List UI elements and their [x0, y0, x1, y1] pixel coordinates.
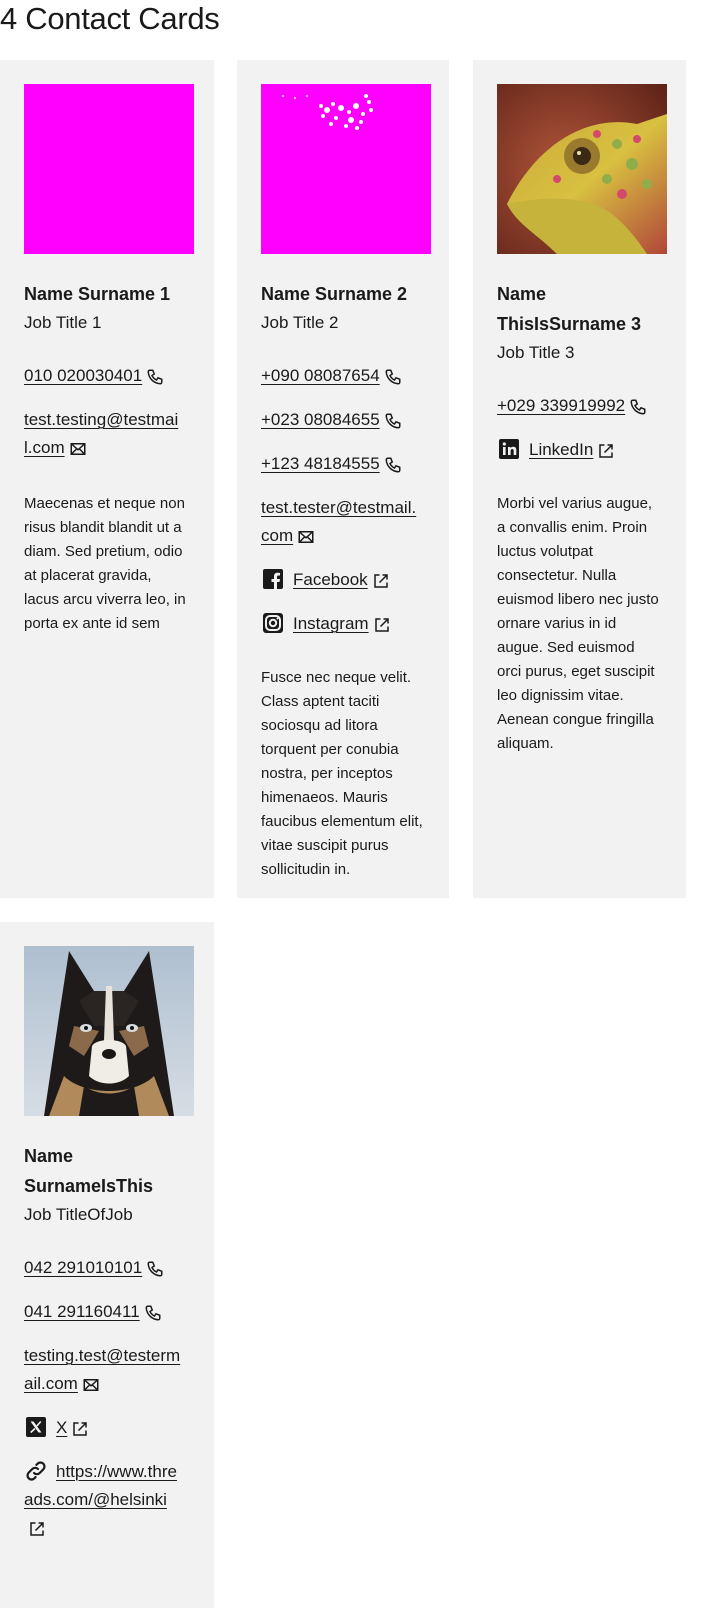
- instagram-row: Instagram: [261, 610, 425, 638]
- phone-row: 041 291160411: [24, 1298, 190, 1326]
- linkedin-icon: [497, 437, 521, 461]
- facebook-row: Facebook: [261, 566, 425, 594]
- phone-row: +090 08087654: [261, 362, 425, 390]
- contact-photo: [261, 84, 431, 254]
- instagram-link[interactable]: Instagram: [293, 614, 369, 633]
- page-title: 4 Contact Cards: [0, 1, 220, 36]
- chameleon-photo: [497, 84, 667, 254]
- external-link-icon: [71, 1420, 89, 1438]
- external-link-icon: [597, 442, 615, 460]
- contact-photo: [24, 946, 194, 1116]
- contact-card-3: Name ThisIsSurname 3 Job Title 3 +029 33…: [473, 60, 686, 898]
- phone-row: 042 291010101: [24, 1254, 190, 1282]
- linkedin-link[interactable]: LinkedIn: [529, 440, 593, 459]
- phone-icon: [146, 1260, 164, 1278]
- external-link-icon: [372, 572, 390, 590]
- contact-description: Maecenas et neque non risus blandit blan…: [24, 495, 186, 632]
- email-row: testing.test@testerm ail.com: [24, 1342, 190, 1398]
- external-link-icon: [28, 1520, 46, 1538]
- phone-row: +023 08084655: [261, 406, 425, 434]
- phone-icon: [146, 368, 164, 386]
- x-row: X: [24, 1414, 190, 1442]
- phone-link[interactable]: +023 08084655: [261, 410, 380, 429]
- contact-card-4: Name SurnameIsThis Job TitleOfJob 042 29…: [0, 922, 214, 1608]
- envelope-icon: [297, 528, 315, 546]
- contact-card-1: Name Surname 1 Job Title 1 010 020030401…: [0, 60, 214, 898]
- x-link[interactable]: X: [56, 1418, 67, 1437]
- contact-job-title: Job Title 3: [497, 343, 575, 362]
- phone-row: +123 48184555: [261, 450, 425, 478]
- link-icon: [24, 1459, 48, 1483]
- contact-job-title: Job Title 2: [261, 313, 339, 332]
- contact-job-title: Job Title 1: [24, 313, 102, 332]
- email-part-1: test.tester@testmail.: [261, 498, 417, 517]
- phone-row: 010 020030401: [24, 362, 190, 390]
- contact-photo: [497, 84, 667, 254]
- website-part-2: ads.com/@helsinki: [24, 1490, 167, 1509]
- x-icon: [24, 1415, 48, 1439]
- envelope-icon: [69, 440, 87, 458]
- facebook-icon: [261, 567, 285, 591]
- email-row: test.tester@testmail. com: [261, 494, 425, 550]
- photo-noise-graphic: [282, 94, 373, 130]
- phone-row: +029 339919992: [497, 392, 662, 420]
- email-part-1: test.testing@testmai: [24, 410, 179, 429]
- email-part-2: ail.com: [24, 1374, 78, 1393]
- email-link[interactable]: test.tester@testmail. com: [261, 498, 416, 545]
- envelope-icon: [82, 1376, 100, 1394]
- phone-link[interactable]: 042 291010101: [24, 1258, 142, 1277]
- email-link[interactable]: test.testing@testmai l.com: [24, 410, 178, 457]
- phone-link[interactable]: +123 48184555: [261, 454, 380, 473]
- contact-card-2: Name Surname 2 Job Title 2 +090 08087654…: [237, 60, 449, 898]
- website-row: https://www.thre ads.com/@helsinki: [24, 1458, 190, 1542]
- contact-photo: [24, 84, 194, 254]
- linkedin-row: LinkedIn: [497, 436, 662, 464]
- contact-name: Name Surname 1: [24, 284, 171, 304]
- phone-icon: [384, 368, 402, 386]
- phone-icon: [144, 1304, 162, 1322]
- phone-link[interactable]: 010 020030401: [24, 366, 142, 385]
- contact-description: Morbi vel varius augue, a convallis enim…: [497, 495, 659, 752]
- contact-job-title: Job TitleOfJob: [24, 1205, 133, 1224]
- husky-photo: [24, 946, 194, 1116]
- phone-icon: [384, 412, 402, 430]
- phone-link[interactable]: 041 291160411: [24, 1302, 140, 1321]
- external-link-icon: [373, 616, 391, 634]
- email-part-2: l.com: [24, 438, 65, 457]
- phone-icon: [384, 456, 402, 474]
- contact-name: Name ThisIsSurname 3: [497, 284, 642, 334]
- phone-link[interactable]: +090 08087654: [261, 366, 380, 385]
- website-part-1: https://www.thre: [56, 1462, 177, 1481]
- email-part-1: testing.test@testerm: [24, 1346, 181, 1365]
- facebook-link[interactable]: Facebook: [293, 570, 368, 589]
- email-row: test.testing@testmai l.com: [24, 406, 190, 462]
- contact-name: Name Surname 2: [261, 284, 408, 304]
- phone-icon: [629, 398, 647, 416]
- instagram-icon: [261, 611, 285, 635]
- phone-link[interactable]: +029 339919992: [497, 396, 625, 415]
- email-part-2: com: [261, 526, 294, 545]
- email-link[interactable]: testing.test@testerm ail.com: [24, 1346, 180, 1393]
- contact-name: Name SurnameIsThis: [24, 1146, 154, 1196]
- contact-description: Fusce nec neque velit. Class aptent taci…: [261, 669, 423, 878]
